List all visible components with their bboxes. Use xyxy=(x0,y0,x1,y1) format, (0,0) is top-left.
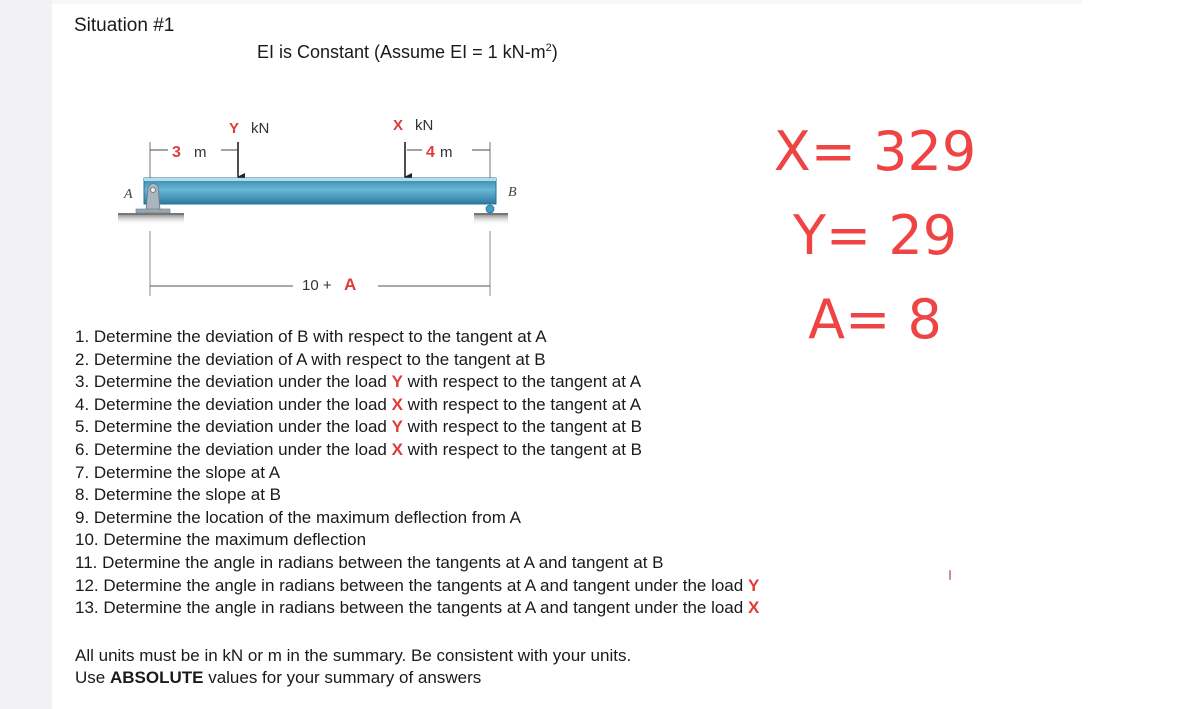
question-text-end: with respect to the tangent at A xyxy=(402,372,642,392)
question-item: 12. Determine the angle in radians betwe… xyxy=(75,575,759,598)
notes: All units must be in kN or m in the summ… xyxy=(75,645,631,689)
situation-title: Situation #1 xyxy=(74,15,175,36)
support-a-label: A xyxy=(123,187,133,202)
load-x-var: X xyxy=(393,117,403,134)
beam xyxy=(143,177,497,205)
load-x-unit: kN xyxy=(415,117,433,134)
question-text: 11. Determine the angle in radians betwe… xyxy=(75,552,664,572)
question-highlight: Y xyxy=(747,575,760,595)
question-text: 2. Determine the deviation of A with res… xyxy=(75,349,546,369)
question-list: 1. Determine the deviation of B with res… xyxy=(75,326,759,620)
question-item: 11. Determine the angle in radians betwe… xyxy=(75,552,759,575)
question-item: 1. Determine the deviation of B with res… xyxy=(75,326,759,349)
note-units: All units must be in kN or m in the summ… xyxy=(75,646,632,665)
question-text-end: with respect to the tangent at A xyxy=(402,394,642,414)
span-prefix: 10 + xyxy=(302,277,332,294)
dim-right-value: 4 xyxy=(426,144,435,161)
question-item: 10. Determine the maximum deflection xyxy=(75,529,759,552)
note-absolute-pre: Use xyxy=(75,668,110,687)
question-text: 3. Determine the deviation under the loa… xyxy=(75,372,392,392)
question-text: 6. Determine the deviation under the loa… xyxy=(75,439,392,459)
dim-left-unit: m xyxy=(194,144,207,161)
question-text: 9. Determine the location of the maximum… xyxy=(75,507,521,527)
question-highlight: Y xyxy=(391,372,403,392)
stray-mark xyxy=(949,570,951,580)
top-margin-strip xyxy=(52,0,1082,4)
question-text: 12. Determine the angle in radians betwe… xyxy=(75,575,748,595)
ground-a-shade xyxy=(118,215,184,225)
dim-left-value: 3 xyxy=(172,144,181,161)
beam-diagram: 3 m Y kN X kN 4 m A B 10 + A xyxy=(118,117,517,296)
ei-note: EI is Constant (Assume EI = 1 kN-m2) xyxy=(257,42,558,63)
answers-block: X= 329 Y= 29 A= 8 xyxy=(760,110,990,362)
answer-a: A= 8 xyxy=(808,288,942,351)
question-text: 5. Determine the deviation under the loa… xyxy=(75,417,392,437)
load-y-unit: kN xyxy=(251,120,269,137)
roller-support-b-icon xyxy=(485,204,495,214)
ei-note-close: ) xyxy=(551,42,558,62)
question-text: 7. Determine the slope at A xyxy=(75,462,281,482)
ei-note-text: EI is Constant (Assume EI = 1 kN-m xyxy=(257,42,546,62)
question-item: 7. Determine the slope at A xyxy=(75,462,759,485)
pin-support-a-base xyxy=(135,208,171,214)
question-text-end: with respect to the tangent at B xyxy=(402,417,643,437)
note-absolute-bold: ABSOLUTE xyxy=(109,668,204,687)
question-text: 10. Determine the maximum deflection xyxy=(75,530,367,550)
question-text: 8. Determine the slope at B xyxy=(75,485,282,505)
question-highlight: Y xyxy=(391,417,403,437)
load-y-var: Y xyxy=(229,120,239,137)
left-margin-strip xyxy=(0,0,52,709)
question-item: 4. Determine the deviation under the loa… xyxy=(75,394,759,417)
question-text: 4. Determine the deviation under the loa… xyxy=(75,394,392,414)
pin-support-a-hole xyxy=(150,187,156,193)
ground-b-shade xyxy=(474,215,508,225)
question-text: 13. Determine the angle in radians betwe… xyxy=(75,598,748,618)
span-var: A xyxy=(344,275,356,294)
note-absolute: Use ABSOLUTE values for your summary of … xyxy=(75,667,631,689)
answer-x: X= 329 xyxy=(773,120,977,183)
dim-right-unit: m xyxy=(440,144,453,161)
question-item: 13. Determine the angle in radians betwe… xyxy=(75,597,759,620)
question-item: 8. Determine the slope at B xyxy=(75,484,759,507)
question-item: 5. Determine the deviation under the loa… xyxy=(75,416,759,439)
question-text: 1. Determine the deviation of B with res… xyxy=(75,327,547,346)
question-item: 6. Determine the deviation under the loa… xyxy=(75,439,759,462)
support-b-label: B xyxy=(508,185,517,200)
question-highlight: X xyxy=(391,394,403,414)
question-item: 2. Determine the deviation of A with res… xyxy=(75,349,759,372)
answer-y: Y= 29 xyxy=(792,204,958,267)
ground-b xyxy=(474,213,508,215)
question-item: 9. Determine the location of the maximum… xyxy=(75,507,759,530)
note-absolute-post: values for your summary of answers xyxy=(203,668,482,687)
question-item: 3. Determine the deviation under the loa… xyxy=(75,371,759,394)
question-highlight: X xyxy=(391,439,403,459)
question-highlight: X xyxy=(747,598,760,618)
question-text-end: with respect to the tangent at B xyxy=(402,439,643,459)
ground-a xyxy=(118,213,184,215)
beam-top-flange xyxy=(144,178,496,181)
